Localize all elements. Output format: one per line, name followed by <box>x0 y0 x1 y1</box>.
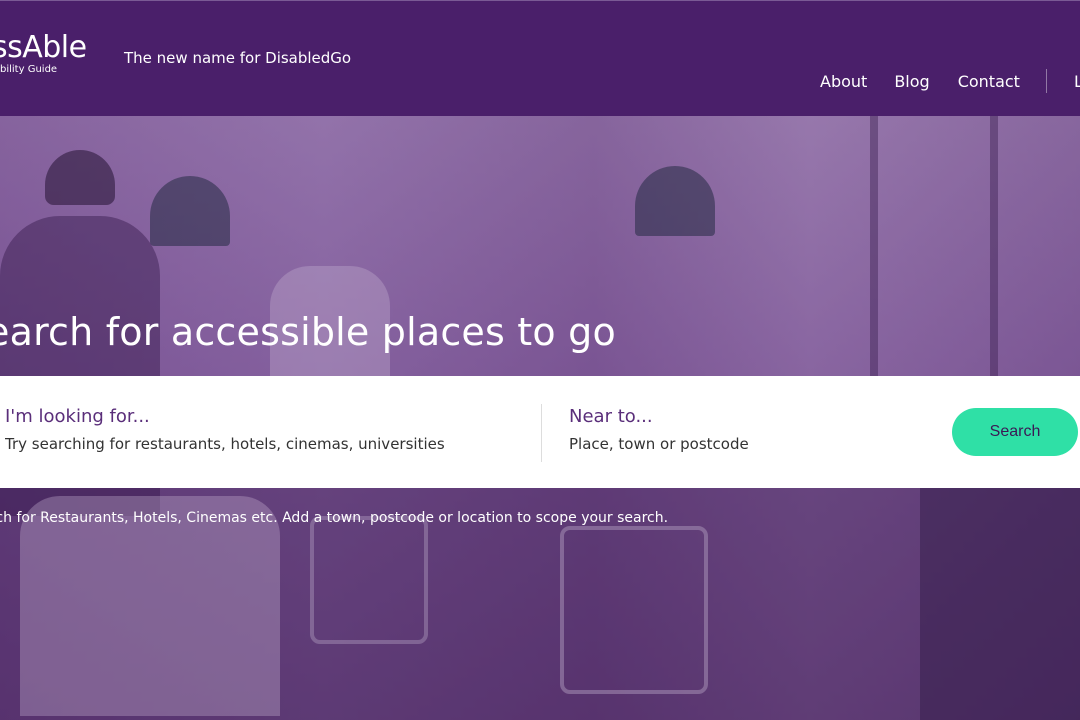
tagline: The new name for DisabledGo <box>124 49 352 67</box>
search-hint: rch for Restaurants, Hotels, Cinemas etc… <box>0 510 669 526</box>
site-header: essAble bility Guide The new name for Di… <box>0 0 1080 117</box>
nav-blog[interactable]: Blog <box>894 72 929 91</box>
near-to-label: Near to... <box>569 406 653 427</box>
nav-divider <box>1045 69 1047 93</box>
nav-about[interactable]: About <box>820 72 867 91</box>
search-button[interactable]: Search <box>952 408 1078 456</box>
nav-contact[interactable]: Contact <box>958 72 1020 91</box>
near-to-input[interactable] <box>569 435 929 453</box>
looking-for-input[interactable] <box>5 435 525 453</box>
site-logo[interactable]: essAble bility Guide <box>0 30 87 76</box>
looking-for-field: I'm looking for... <box>5 406 525 453</box>
nav-login[interactable]: L <box>1074 72 1080 91</box>
search-field-divider <box>541 404 542 462</box>
hero-section: earch for accessible places to go I'm lo… <box>0 116 1080 720</box>
search-bar: I'm looking for... Near to... Search <box>0 376 1080 488</box>
logo-subtitle: bility Guide <box>0 64 58 75</box>
main-nav: About Blog Contact L <box>820 69 1080 93</box>
logo-name: essAble <box>0 30 87 65</box>
near-to-field: Near to... <box>569 406 929 453</box>
hero-title: earch for accessible places to go <box>0 310 616 354</box>
looking-for-label: I'm looking for... <box>5 406 150 427</box>
